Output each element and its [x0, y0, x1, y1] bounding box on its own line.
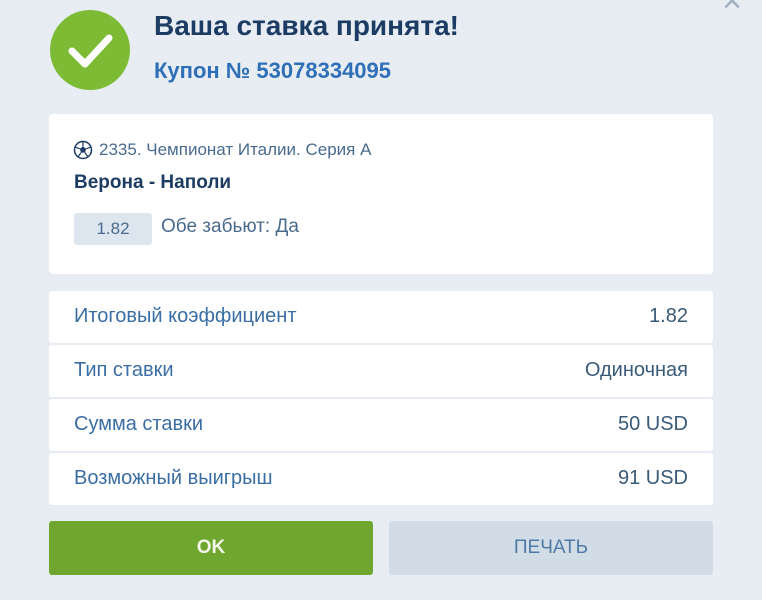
- summary-label: Сумма ставки: [74, 413, 204, 435]
- bet-outcome: Обе забьют: Да: [161, 216, 299, 237]
- summary-row-total-odds: Итоговый коэффициент 1.82: [49, 291, 713, 343]
- check-icon: [50, 10, 130, 90]
- summary-row-possible-win: Возможный выигрыш 91 USD: [49, 453, 713, 505]
- odds-badge: 1.82: [74, 213, 152, 245]
- close-icon[interactable]: ×: [718, 0, 746, 18]
- event-match: Верона - Наполи: [74, 172, 232, 193]
- summary-label: Возможный выигрыш: [74, 467, 273, 489]
- summary-label: Итоговый коэффициент: [74, 305, 297, 327]
- summary-value: 1.82: [649, 305, 688, 327]
- summary-label: Тип ставки: [74, 359, 174, 381]
- summary-value: 91 USD: [617, 467, 688, 489]
- summary-row-bet-type: Тип ставки Одиночная: [49, 345, 713, 397]
- soccer-ball-icon: [73, 140, 93, 160]
- event-league: 2335. Чемпионат Италии. Серия А: [73, 140, 371, 160]
- summary-value: 50 USD: [617, 413, 688, 435]
- dialog-title: Ваша ставка принята!: [154, 10, 460, 41]
- coupon-number: Купон № 53078334095: [154, 58, 392, 83]
- print-button[interactable]: ПЕЧАТЬ: [389, 521, 713, 575]
- event-card: 2335. Чемпионат Италии. Серия А Верона -…: [49, 114, 713, 274]
- event-league-label: 2335. Чемпионат Италии. Серия А: [99, 140, 372, 159]
- summary-row-stake: Сумма ставки 50 USD: [49, 399, 713, 451]
- summary-value: Одиночная: [584, 359, 688, 381]
- ok-button[interactable]: OK: [49, 521, 373, 575]
